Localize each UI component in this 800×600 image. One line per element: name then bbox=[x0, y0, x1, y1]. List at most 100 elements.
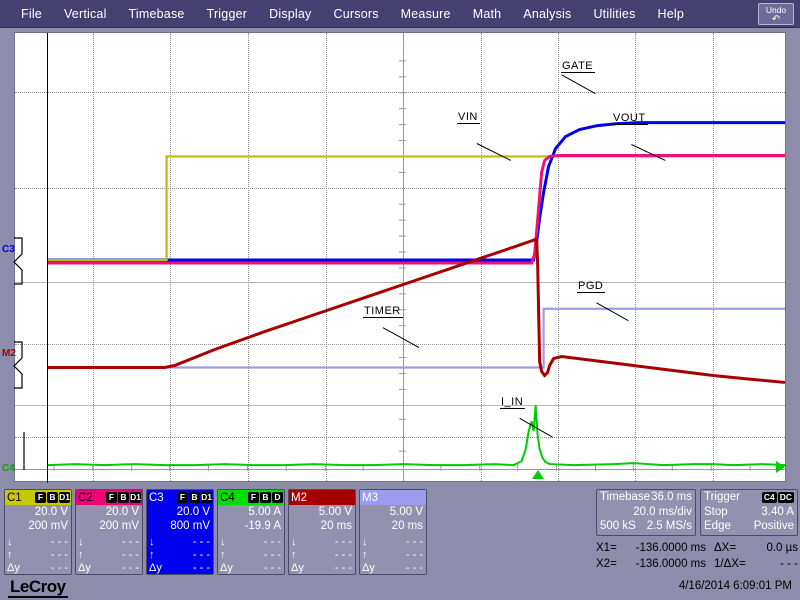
c1-row1-label: ↑ bbox=[7, 549, 13, 561]
timebase-panel[interactable]: Timebase 36.0 ms 20.0 ms/div 500 kS 2.5 … bbox=[596, 489, 696, 536]
waveform-label-vin: VIN bbox=[457, 111, 480, 124]
c1-vertical-scale: 20.0 V bbox=[34, 506, 68, 518]
c4-vertical-scale: 5.00 A bbox=[248, 506, 281, 518]
table-row: ↓ - - - bbox=[5, 536, 71, 549]
cursor-line-2: X2= -136.0000 ms 1/ΔX= - - - bbox=[596, 556, 800, 572]
c4-badges: F B D bbox=[248, 492, 283, 503]
c3-vertical-offset: 800 mV bbox=[170, 520, 210, 532]
m3-row1-label: ↑ bbox=[362, 549, 368, 561]
m2-row1-label: ↑ bbox=[291, 549, 297, 561]
c2-measurements: ↓ - - - ↑ - - - Δy - - - bbox=[76, 536, 142, 575]
c1-label: C1 bbox=[7, 491, 22, 504]
menu-item-measure[interactable]: Measure bbox=[390, 5, 462, 23]
trigger-state: Stop bbox=[704, 506, 728, 518]
menu-item-utilities[interactable]: Utilities bbox=[582, 5, 646, 23]
oscilloscope-screen: File Vertical Timebase Trigger Display C… bbox=[0, 0, 800, 600]
c4-vertical-offset: -19.9 A bbox=[244, 520, 281, 532]
menu-item-math[interactable]: Math bbox=[462, 5, 513, 23]
c1-row2-value: - - - bbox=[50, 562, 68, 574]
c2-header: C2 F B D1 bbox=[76, 490, 142, 505]
trigger-title: Trigger bbox=[704, 491, 740, 503]
channel-descriptor-c1[interactable]: C1 F B D1 20.0 V 200 mV ↓ - - - ↑ - - - Δy… bbox=[4, 489, 72, 575]
table-row: Δy - - - bbox=[218, 562, 284, 575]
lecroy-logo: LeCroy bbox=[8, 577, 68, 598]
cursor-invdx-value: - - - bbox=[780, 558, 798, 570]
m2-horizontal-scale: 20 ms bbox=[320, 520, 352, 532]
cursor-x1-value: -136.0000 ms bbox=[635, 542, 706, 554]
c1-badge-d1: D1 bbox=[59, 492, 70, 503]
m3-header: M3 bbox=[360, 490, 426, 505]
c4-label: C4 bbox=[220, 491, 235, 504]
c3-header: C3 F B D1 bbox=[147, 490, 213, 505]
menu-bar: File Vertical Timebase Trigger Display C… bbox=[0, 0, 800, 28]
m2-header: M2 bbox=[289, 490, 355, 505]
m2-vertical-scale: 5.00 V bbox=[318, 506, 352, 518]
c2-row2-label: Δy bbox=[78, 562, 91, 574]
m2-row2-value: - - - bbox=[334, 562, 352, 574]
table-row: Δy - - - bbox=[5, 562, 71, 575]
table-row: ↓ - - - bbox=[360, 536, 426, 549]
c1-measurements: ↓ - - - ↑ - - - Δy - - - bbox=[5, 536, 71, 575]
timebase-header: Timebase 36.0 ms bbox=[597, 490, 695, 505]
channel-descriptor-c2[interactable]: C2 F B D1 20.0 V 200 mV ↓ - - - ↑ - - - Δy… bbox=[75, 489, 143, 575]
c1-badges: F B D1 bbox=[35, 492, 70, 503]
timebase-delay: 36.0 ms bbox=[651, 491, 692, 503]
m3-row2-value: - - - bbox=[405, 562, 423, 574]
timebase-memory: 500 kS bbox=[600, 520, 636, 532]
menu-item-vertical[interactable]: Vertical bbox=[53, 5, 118, 23]
c3-row0-label: ↓ bbox=[149, 536, 155, 548]
cursor-x1-label: X1= bbox=[596, 542, 617, 554]
cursor-dx-value: 0.0 µs bbox=[766, 542, 798, 554]
c3-row2-value: - - - bbox=[192, 562, 210, 574]
menu-item-display[interactable]: Display bbox=[258, 5, 322, 23]
m2-row0-label: ↓ bbox=[291, 536, 297, 548]
cursor-x2-value: -136.0000 ms bbox=[635, 558, 706, 570]
c2-row0-value: - - - bbox=[121, 536, 139, 548]
m3-row0-label: ↓ bbox=[362, 536, 368, 548]
c4-badge-f: F bbox=[248, 492, 259, 503]
table-row: Δy - - - bbox=[147, 562, 213, 575]
callout-lines bbox=[382, 74, 666, 438]
table-row: ↑ - - - bbox=[360, 549, 426, 562]
undo-button[interactable]: Undo ↶ bbox=[758, 3, 794, 25]
c4-row1-label: ↑ bbox=[220, 549, 226, 561]
table-row: ↑ - - - bbox=[147, 549, 213, 562]
trigger-position-marker-icon[interactable] bbox=[532, 470, 544, 479]
waveform-label-pgd: PGD bbox=[577, 280, 606, 293]
c2-badge-b: B bbox=[118, 492, 129, 503]
cursor-x2-label: X2= bbox=[596, 558, 617, 570]
trigger-panel[interactable]: Trigger C4 DC Stop 3.40 A Edge Positive bbox=[700, 489, 798, 536]
channel-descriptor-c3[interactable]: C3 F B D1 20.0 V 800 mV ↓ - - - ↑ - - - Δy… bbox=[146, 489, 214, 575]
menu-item-analysis[interactable]: Analysis bbox=[512, 5, 582, 23]
c3-measurements: ↓ - - - ↑ - - - Δy - - - bbox=[147, 536, 213, 575]
timebase-scale-line: 20.0 ms/div bbox=[597, 505, 695, 519]
menu-item-file[interactable]: File bbox=[10, 5, 53, 23]
menu-item-cursors[interactable]: Cursors bbox=[323, 5, 390, 23]
timebase-scale: 20.0 ms/div bbox=[633, 506, 692, 518]
c4-row2-value: - - - bbox=[263, 562, 281, 574]
waveform-display[interactable]: GATE VIN VOUT TIMER PGD I_IN bbox=[14, 32, 786, 483]
menu-item-trigger[interactable]: Trigger bbox=[196, 5, 259, 23]
table-row: Δy - - - bbox=[360, 562, 426, 575]
menu-item-help[interactable]: Help bbox=[647, 5, 696, 23]
channel-descriptor-m2[interactable]: M2 5.00 V 20 ms ↓ - - - ↑ - - - Δy - - - bbox=[288, 489, 356, 575]
c3-badge-b: B bbox=[189, 492, 200, 503]
m2-measurements: ↓ - - - ↑ - - - Δy - - - bbox=[289, 536, 355, 575]
channel-descriptor-c4[interactable]: C4 F B D 5.00 A -19.9 A ↓ - - - ↑ - - - Δy… bbox=[217, 489, 285, 575]
menu-item-timebase[interactable]: Timebase bbox=[118, 5, 196, 23]
c3-row1-value: - - - bbox=[192, 549, 210, 561]
trigger-level-marker-icon[interactable] bbox=[776, 461, 794, 473]
c2-label: C2 bbox=[78, 491, 93, 504]
channel-descriptor-m3[interactable]: M3 5.00 V 20 ms ↓ - - - ↑ - - - Δy - - - bbox=[359, 489, 427, 575]
table-row: ↑ - - - bbox=[76, 549, 142, 562]
c4-measurements: ↓ - - - ↑ - - - Δy - - - bbox=[218, 536, 284, 575]
m2-label: M2 bbox=[291, 491, 307, 504]
c1-vertical-offset: 200 mV bbox=[28, 520, 68, 532]
m2-row0-value: - - - bbox=[334, 536, 352, 548]
trigger-coupling-badge: DC bbox=[777, 492, 794, 503]
m3-measurements: ↓ - - - ↑ - - - Δy - - - bbox=[360, 536, 426, 575]
c4-badge-b: B bbox=[260, 492, 271, 503]
c1-row2-label: Δy bbox=[7, 562, 20, 574]
c3-vertical-scale: 20.0 V bbox=[176, 506, 210, 518]
m3-vertical-scale: 5.00 V bbox=[389, 506, 423, 518]
